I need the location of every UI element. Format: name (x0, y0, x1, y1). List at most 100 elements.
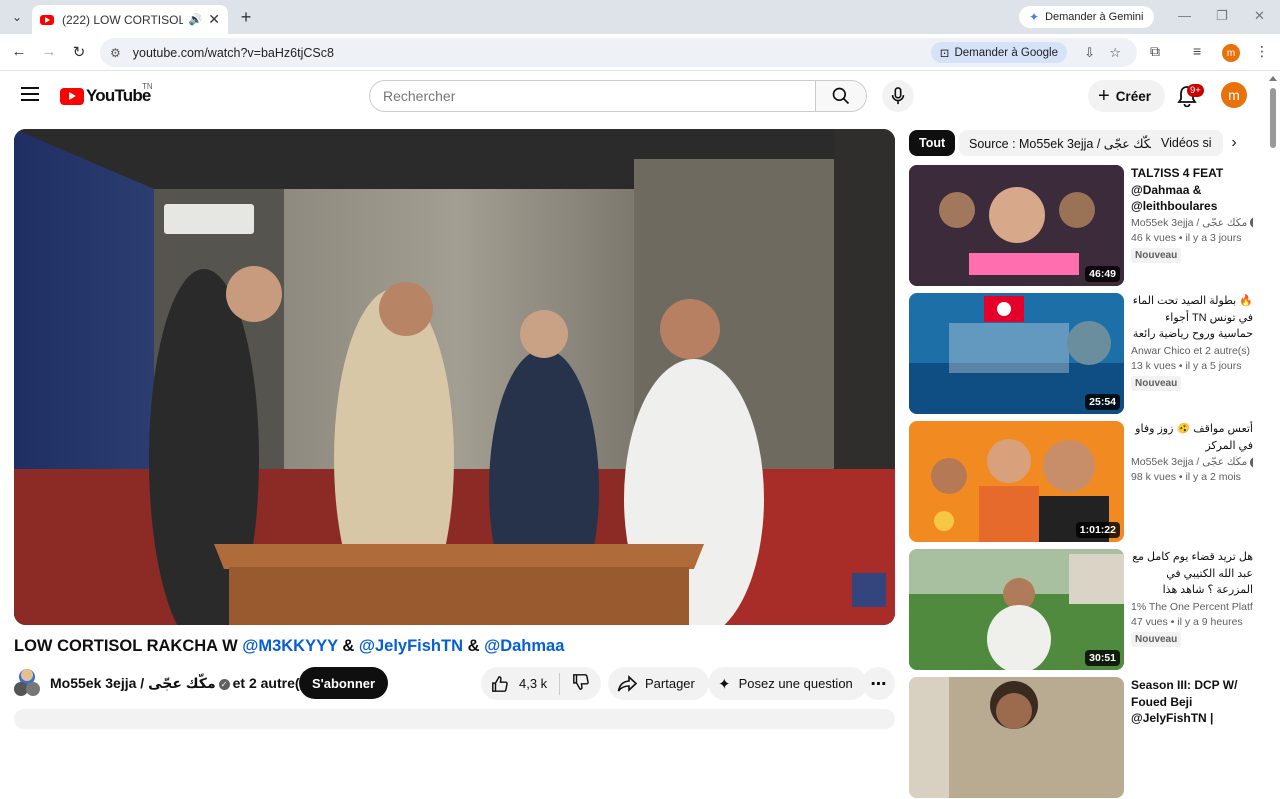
notification-count-badge: 9+ (1187, 84, 1204, 97)
recommendation-item[interactable]: Season III: DCP W/ Foued Beji @JelyFishT… (909, 677, 1254, 799)
verified-icon: ✓ (1250, 456, 1253, 468)
search-box[interactable] (369, 80, 816, 112)
address-bar-row: ← → ↻ ⚙ youtube.com/watch?v=baHz6tjCSc8 … (0, 34, 1280, 71)
gemini-button[interactable]: ✦ Demander à Gemini (1019, 6, 1154, 28)
channel-name[interactable]: Mo55ek 3ejja / مكّك عجّى ✓ et 2 autre(s) (50, 675, 312, 692)
video-title: LOW CORTISOL RAKCHA W @M3KKYYY & @JelyFi… (14, 637, 564, 656)
page-scrollbar[interactable] (1266, 72, 1280, 720)
forward-arrow-icon[interactable]: → (39, 43, 59, 60)
video-thumbnail[interactable]: 30:51 (909, 549, 1124, 670)
like-button[interactable]: 4,3 k (481, 672, 560, 695)
mention-link[interactable]: @M3KKYYY (242, 637, 338, 655)
chip-all[interactable]: Tout (909, 130, 956, 156)
share-arrow-icon (617, 674, 637, 692)
rec-meta: 47 vues • il y a 9 heures (1131, 616, 1243, 628)
channel-name-text[interactable]: Mo55ek 3ejja / مكّك عجّى (50, 675, 216, 691)
ask-google-label: Demander à Google (954, 46, 1058, 59)
recommendation-item[interactable]: 1:01:22 أتعس مواقف 🫨 زوز وفاو في المركز … (909, 421, 1254, 543)
rec-title[interactable]: هل تريد قضاء يوم كامل مع عبد الله الكتيب… (1131, 549, 1253, 599)
hamburger-menu-icon[interactable] (21, 87, 39, 101)
browser-tab[interactable]: (222) LOW CORTISOL RAKCHA 🔊 ✕ (32, 5, 228, 34)
subscribe-button[interactable]: S'abonner (299, 667, 389, 699)
rec-title[interactable]: أتعس مواقف 🫨 زوز وفاو في المركز (1131, 421, 1253, 454)
plus-icon: + (1098, 85, 1110, 107)
chip-similar[interactable]: Vidéos si (1151, 130, 1223, 156)
audio-playing-icon[interactable]: 🔊 (189, 13, 203, 26)
recommendation-item[interactable]: 30:51 هل تريد قضاء يوم كامل مع عبد الله … (909, 549, 1254, 671)
filter-chips: Tout Source : Mo55ek 3ejja / مكّك عجّى V… (909, 130, 1249, 156)
create-button[interactable]: + Créer (1088, 80, 1165, 112)
ask-google-button[interactable]: ⊡ Demander à Google (930, 42, 1067, 63)
more-actions-button[interactable]: ⋯ (862, 667, 895, 700)
restore-icon[interactable]: ❐ (1216, 8, 1228, 24)
verified-icon: ✓ (218, 678, 230, 690)
microphone-icon (891, 87, 905, 105)
country-code: TN (142, 82, 153, 91)
tab-list-chevron-icon[interactable]: ⌄ (6, 6, 28, 28)
browser-menu-icon[interactable]: ⋮ (1255, 43, 1269, 60)
media-controls-icon[interactable]: ≡ (1193, 43, 1201, 59)
chevron-right-icon[interactable]: › (1224, 134, 1244, 152)
ask-question-button[interactable]: ✦ Posez une question (708, 667, 867, 700)
mention-link[interactable]: @JelyFishTN (359, 637, 463, 655)
site-info-icon[interactable]: ⚙ (110, 46, 121, 60)
mention-link[interactable]: @Dahmaa (484, 637, 564, 655)
video-thumbnail[interactable]: 46:49 (909, 165, 1124, 286)
rec-title[interactable]: TAL7ISS 4 FEAT @Dahmaa & @leithboulares (1131, 165, 1253, 215)
account-avatar[interactable]: m (1221, 82, 1247, 108)
video-player[interactable] (14, 129, 895, 625)
title-separator: & (337, 637, 359, 655)
chip-source[interactable]: Source : Mo55ek 3ejja / مكّك عجّى (959, 130, 1168, 156)
verified-icon: ✓ (1250, 217, 1253, 229)
youtube-logo[interactable]: YouTube TN (60, 82, 153, 106)
dislike-button[interactable] (560, 673, 590, 694)
video-duration: 30:51 (1085, 650, 1120, 666)
scrollbar-thumb[interactable] (1270, 88, 1276, 148)
youtube-favicon-icon (40, 14, 54, 25)
video-thumbnail[interactable]: 25:54 (909, 293, 1124, 414)
search-button[interactable] (815, 80, 867, 112)
video-frame (14, 129, 895, 625)
rec-channel[interactable]: Anwar Chico et 2 autre(s) (1131, 345, 1253, 357)
share-label: Partager (645, 676, 695, 691)
search-input[interactable] (383, 88, 815, 104)
like-count: 4,3 k (519, 676, 548, 691)
minimize-icon[interactable]: — (1178, 8, 1191, 23)
rec-title[interactable]: 🔥 بطولة الصيد تحت الماء في تونس TN أجواء… (1131, 293, 1253, 343)
rec-meta: 46 k vues • il y a 3 jours (1131, 231, 1242, 244)
close-window-icon[interactable]: ✕ (1254, 8, 1265, 24)
reload-icon[interactable]: ↻ (69, 43, 89, 61)
gemini-label: Demander à Gemini (1045, 11, 1144, 23)
share-button[interactable]: Partager (608, 667, 709, 700)
like-dislike-group: 4,3 k (481, 667, 601, 700)
youtube-play-icon (60, 87, 84, 105)
bookmark-star-icon[interactable]: ☆ (1109, 45, 1121, 61)
install-app-icon[interactable]: ⇩ (1084, 45, 1095, 61)
url-text[interactable]: youtube.com/watch?v=baHz6tjCSc8 (133, 46, 334, 60)
scroll-up-arrow-icon[interactable] (1269, 76, 1277, 81)
channel-row: Mo55ek 3ejja / مكّك عجّى ✓ et 2 autre(s) S… (14, 667, 895, 700)
recommendation-item[interactable]: 25:54 🔥 بطولة الصيد تحت الماء في تونس TN… (909, 293, 1254, 415)
browser-profile-avatar[interactable]: m (1222, 44, 1240, 62)
rec-channel[interactable]: Mo55ek 3ejja / مكّك عجّى✓ (1131, 456, 1253, 468)
description-box[interactable] (14, 709, 895, 729)
video-thumbnail[interactable]: 1:01:22 (909, 421, 1124, 542)
recommendation-item[interactable]: 46:49 TAL7ISS 4 FEAT @Dahmaa & @leithbou… (909, 165, 1254, 287)
new-badge: Nouveau (1131, 376, 1182, 391)
close-tab-icon[interactable]: ✕ (208, 11, 220, 28)
create-label: Créer (1115, 88, 1151, 104)
new-tab-button[interactable]: + (236, 7, 256, 28)
channel-avatar[interactable] (14, 667, 40, 697)
voice-search-button[interactable] (882, 80, 914, 112)
omnibox[interactable]: ⚙ youtube.com/watch?v=baHz6tjCSc8 ⊡ Dema… (100, 38, 1137, 67)
video-duration: 46:49 (1085, 266, 1120, 282)
rec-channel[interactable]: Mo55ek 3ejja / مكّك عجّى✓ (1131, 217, 1253, 229)
search-icon (832, 87, 850, 105)
video-thumbnail[interactable] (909, 677, 1124, 798)
rec-channel[interactable]: 1% The One Percent Platf... (1131, 601, 1253, 613)
back-arrow-icon[interactable]: ← (9, 43, 29, 60)
lens-icon: ⊡ (939, 47, 950, 60)
extensions-icon[interactable]: ⧉ (1150, 43, 1160, 60)
logo-text: YouTube (86, 86, 151, 105)
youtube-header: YouTube TN + Créer (0, 72, 1266, 120)
